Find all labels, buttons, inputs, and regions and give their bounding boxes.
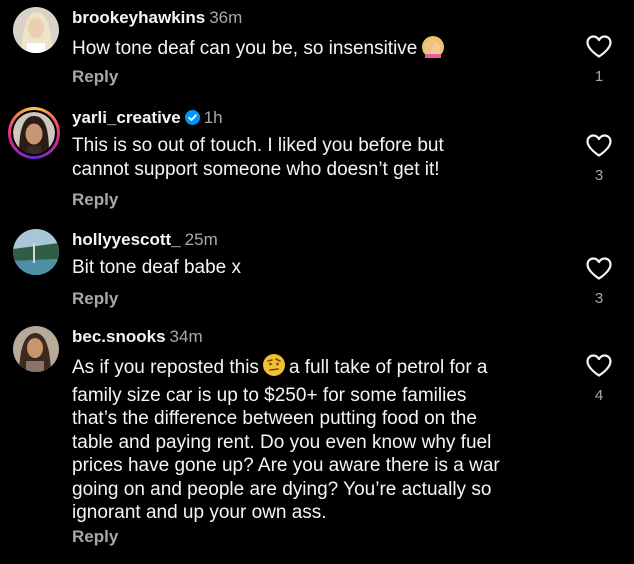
avatar[interactable]	[13, 326, 59, 372]
like-count: 3	[594, 290, 604, 307]
reply-button[interactable]: Reply	[72, 190, 118, 210]
comment-timestamp: 25m	[184, 230, 218, 249]
comment-text-line: This is so out of touch. I liked you bef…	[72, 135, 444, 156]
comment-timestamp: 34m	[169, 327, 203, 346]
comment-text-container: Bit tone deaf babe x	[72, 256, 572, 280]
like-button[interactable]: 4	[586, 354, 612, 404]
heart-icon[interactable]	[586, 354, 612, 377]
like-button[interactable]: 3	[586, 257, 612, 307]
avatar-photo-icon	[13, 229, 59, 275]
avatar-story-ring[interactable]	[8, 107, 60, 159]
comment-text-container: How tone deaf can you be, so insensitive	[72, 34, 572, 65]
comments-list: brookeyhawkins 36m How tone deaf can you …	[0, 0, 634, 564]
comment-text: Bit tone deaf babe x	[72, 257, 242, 278]
reply-button[interactable]: Reply	[72, 527, 118, 547]
comment-text-line: cannot support someone who doesn’t get i…	[72, 158, 440, 180]
face-with-raised-eyebrow-icon	[262, 353, 286, 384]
reply-button[interactable]: Reply	[72, 289, 118, 309]
comment-text-line: As if you reposted this a full take of pe…	[72, 353, 572, 384]
avatar-photo-icon	[13, 7, 59, 53]
reply-button[interactable]: Reply	[72, 67, 118, 87]
like-button[interactable]: 3	[586, 134, 612, 184]
comment-username[interactable]: bec.snooks	[72, 327, 166, 346]
comment-text-line: going on and people are dying? You’re ac…	[72, 478, 492, 500]
woman-facepalming-icon	[420, 34, 446, 65]
avatar-photo-icon	[13, 326, 59, 372]
heart-icon[interactable]	[586, 134, 612, 157]
comment-text-container: This is so out of touch. I liked you bef…	[72, 134, 572, 181]
heart-icon[interactable]	[586, 35, 612, 58]
avatar-photo-icon	[13, 112, 55, 154]
like-count: 1	[594, 68, 604, 85]
comment-text-line: prices have gone up? Are you aware there…	[72, 455, 500, 476]
comment-text: How tone deaf can you be, so insensitive	[72, 38, 418, 59]
comment-username[interactable]: yarli_creative	[72, 108, 181, 127]
avatar[interactable]	[13, 229, 59, 275]
like-count: 3	[594, 167, 604, 184]
comment-text: As if you reposted this	[72, 357, 259, 378]
avatar[interactable]	[13, 7, 59, 53]
comment-text-line: ignorant and up your own ass.	[72, 502, 327, 523]
comment-timestamp: 36m	[209, 8, 243, 27]
heart-icon[interactable]	[586, 257, 612, 280]
comment-text-line: that’s the difference between putting fo…	[72, 408, 477, 429]
comment-username[interactable]: brookeyhawkins	[72, 8, 205, 27]
comment-text-line: family size car is up to $250+ for some …	[72, 384, 467, 406]
comment-text: a full take of petrol for a	[288, 357, 488, 378]
comment-text-line: table and paying rent. Do you even know …	[72, 431, 492, 453]
verified-badge-icon	[184, 110, 200, 130]
comment-text-container: As if you reposted this a full take of pe…	[72, 353, 572, 525]
like-button[interactable]: 1	[586, 35, 612, 85]
comment-timestamp: 1h	[203, 108, 223, 127]
comment-username[interactable]: hollyyescott_	[72, 230, 181, 249]
like-count: 4	[594, 387, 604, 404]
